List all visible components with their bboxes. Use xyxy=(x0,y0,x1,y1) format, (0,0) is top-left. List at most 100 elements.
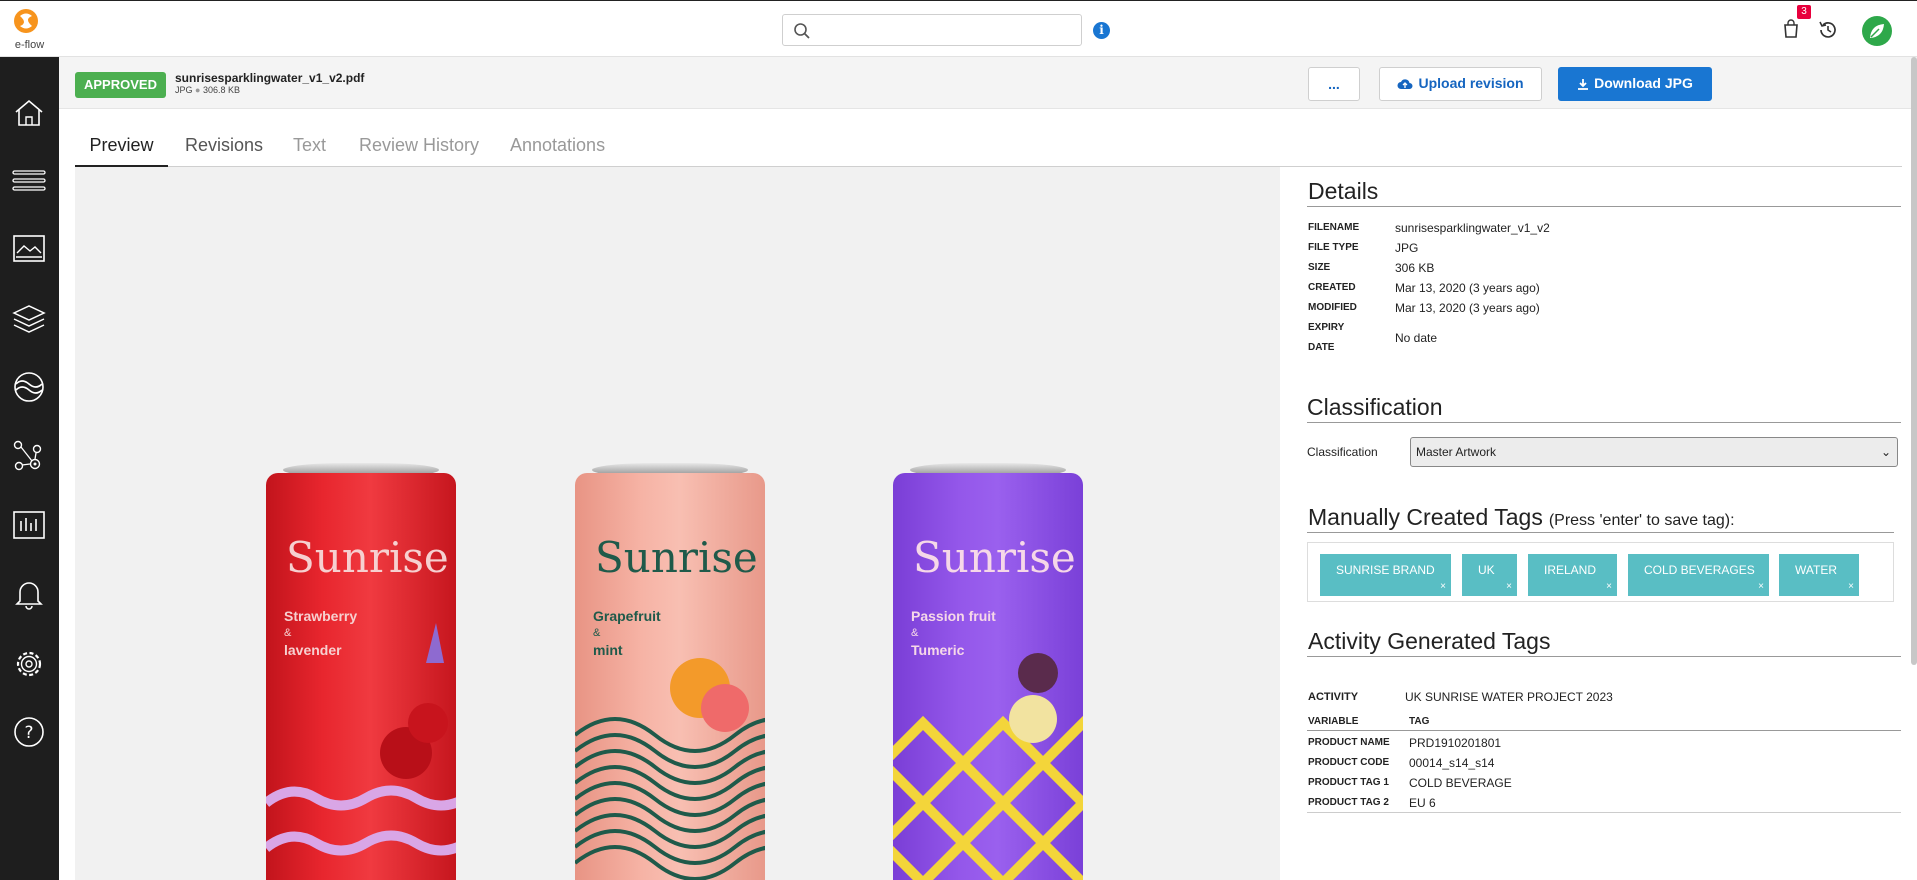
product-can-strawberry: Sunrise Strawberry & lavender xyxy=(266,463,456,880)
flavor-line-1: Passion fruit xyxy=(911,608,996,624)
cart-icon[interactable] xyxy=(1781,19,1801,39)
tab-revisions[interactable]: Revisions xyxy=(185,130,263,167)
can-flavor: Grapefruit & mint xyxy=(593,608,661,659)
file-size: 306.8 KB xyxy=(202,85,241,95)
tab-text[interactable]: Text xyxy=(293,130,326,167)
sidebar-item-help[interactable]: ? xyxy=(0,703,59,759)
sidebar-item-settings[interactable] xyxy=(0,635,59,691)
can-brand: Sunrise xyxy=(595,533,758,582)
variable-name: PRODUCT CODE xyxy=(1308,757,1390,768)
flavor-amp: & xyxy=(911,627,919,639)
sidebar-item-brand[interactable] xyxy=(0,359,59,415)
sidebar-item-workflow[interactable] xyxy=(0,427,59,483)
detail-value: 306 KB xyxy=(1395,261,1435,275)
download-jpg-button[interactable]: Download JPG xyxy=(1558,67,1712,101)
flavor-line-2: Tumeric xyxy=(911,642,965,658)
can-body: Sunrise Strawberry & lavender xyxy=(266,473,456,880)
search-input[interactable] xyxy=(817,19,1075,41)
logo-text: e-flow xyxy=(14,39,45,51)
download-icon xyxy=(1577,77,1589,93)
more-actions-button[interactable]: ... xyxy=(1308,67,1360,101)
product-can-grapefruit: Sunrise Grapefruit & mint xyxy=(575,463,765,880)
tag-label: WATER xyxy=(1795,563,1837,577)
sidebar-item-layers[interactable] xyxy=(0,291,59,347)
app-logo[interactable]: e-flow xyxy=(0,1,59,58)
download-jpg-label: Download JPG xyxy=(1594,75,1693,92)
meta-separator: ● xyxy=(195,85,201,95)
classification-title: Classification xyxy=(1307,394,1443,420)
search-box[interactable] xyxy=(782,14,1082,46)
variable-tag: 00014_s14_s14 xyxy=(1409,756,1495,770)
flavor-amp: & xyxy=(593,627,601,639)
table-header-divider xyxy=(1307,730,1901,731)
history-icon[interactable] xyxy=(1817,19,1839,41)
detail-value: No date xyxy=(1395,331,1438,345)
help-icon: ? xyxy=(14,717,44,747)
sidebar-item-assets[interactable] xyxy=(0,221,59,277)
file-name: sunrisesparklingwater_v1_v2.pdf xyxy=(175,71,365,85)
gear-icon xyxy=(16,651,42,677)
sidebar-item-home[interactable] xyxy=(0,85,59,141)
tag-remove-icon[interactable]: × xyxy=(1758,581,1764,592)
detail-value: Mar 13, 2020 (3 years ago) xyxy=(1395,281,1540,295)
layers-icon xyxy=(12,305,46,333)
cart-count-badge: 3 xyxy=(1797,5,1811,19)
tag-remove-icon[interactable]: × xyxy=(1440,581,1446,592)
detail-value: Mar 13, 2020 (3 years ago) xyxy=(1395,301,1540,315)
upload-revision-button[interactable]: Upload revision xyxy=(1379,67,1542,101)
variable-name: PRODUCT TAG 1 xyxy=(1308,777,1389,788)
tag-label: COLD BEVERAGES xyxy=(1644,563,1755,577)
can-body: Sunrise Grapefruit & mint xyxy=(575,473,765,880)
sidebar-item-reports[interactable] xyxy=(0,497,59,553)
manual-tags-divider xyxy=(1307,532,1894,533)
variable-tag: EU 6 xyxy=(1409,796,1436,810)
manual-tags-heading: Manually Created Tags xyxy=(1308,504,1543,530)
tab-annotations[interactable]: Annotations xyxy=(510,130,605,167)
tag-label: IRELAND xyxy=(1544,563,1597,577)
variable-tag: PRD1910201801 xyxy=(1409,736,1502,750)
detail-label: EXPIRY xyxy=(1308,322,1345,333)
flavor-line-1: Strawberry xyxy=(284,608,358,624)
svg-text:?: ? xyxy=(24,723,33,743)
tab-review-history[interactable]: Review History xyxy=(359,130,479,167)
manual-tags-title: Manually Created Tags (Press 'enter' to s… xyxy=(1308,504,1735,531)
tab-preview[interactable]: Preview xyxy=(75,130,168,167)
tag-label: UK xyxy=(1478,563,1495,577)
tab-bar: Preview Revisions Text Review History An… xyxy=(75,130,1902,167)
workflow-icon xyxy=(13,440,42,471)
scrollbar[interactable] xyxy=(1911,57,1917,665)
user-avatar[interactable] xyxy=(1862,16,1892,46)
chevron-down-icon: ⌄ xyxy=(1880,445,1891,459)
tag-chip: WATER × xyxy=(1779,554,1859,596)
logo-icon xyxy=(14,9,38,33)
activity-label: ACTIVITY xyxy=(1308,691,1359,703)
waves-icon xyxy=(14,372,44,402)
preview-canvas: Sunrise Strawberry & lavender Sunrise Gr… xyxy=(75,167,1280,880)
file-meta: JPG ● 306.8 KB xyxy=(175,85,240,95)
status-badge: APPROVED xyxy=(75,72,166,98)
sidebar-item-list[interactable] xyxy=(0,153,59,209)
classification-select[interactable]: Master Artwork ⌄ xyxy=(1410,437,1898,467)
tag-remove-icon[interactable]: × xyxy=(1848,581,1854,592)
activity-value: UK SUNRISE WATER PROJECT 2023 xyxy=(1405,690,1613,704)
tag-remove-icon[interactable]: × xyxy=(1606,581,1612,592)
upload-revision-label: Upload revision xyxy=(1418,75,1524,92)
info-icon[interactable]: i xyxy=(1093,22,1110,39)
image-icon xyxy=(13,235,45,262)
detail-label-line2: DATE xyxy=(1308,342,1335,353)
tag-input-box[interactable]: SUNRISE BRAND × UK × IRELAND × COLD BEVE… xyxy=(1307,542,1894,602)
flavor-line-2: lavender xyxy=(284,642,342,658)
chart-icon xyxy=(13,511,45,539)
classification-selected: Master Artwork xyxy=(1416,445,1497,459)
flavor-amp: & xyxy=(284,627,292,639)
tag-remove-icon[interactable]: × xyxy=(1506,581,1512,592)
sidebar-item-notifications[interactable] xyxy=(0,565,59,621)
manual-tags-hint: (Press 'enter' to save tag): xyxy=(1548,512,1735,529)
classification-divider xyxy=(1307,422,1901,423)
activity-tags-divider xyxy=(1307,656,1901,657)
tag-chip: IRELAND × xyxy=(1528,554,1617,596)
detail-label: FILE TYPE xyxy=(1308,242,1359,253)
detail-value: sunrisesparklingwater_v1_v2 xyxy=(1395,221,1550,235)
variable-name: PRODUCT TAG 2 xyxy=(1308,797,1389,808)
sidebar: ? xyxy=(0,57,59,880)
